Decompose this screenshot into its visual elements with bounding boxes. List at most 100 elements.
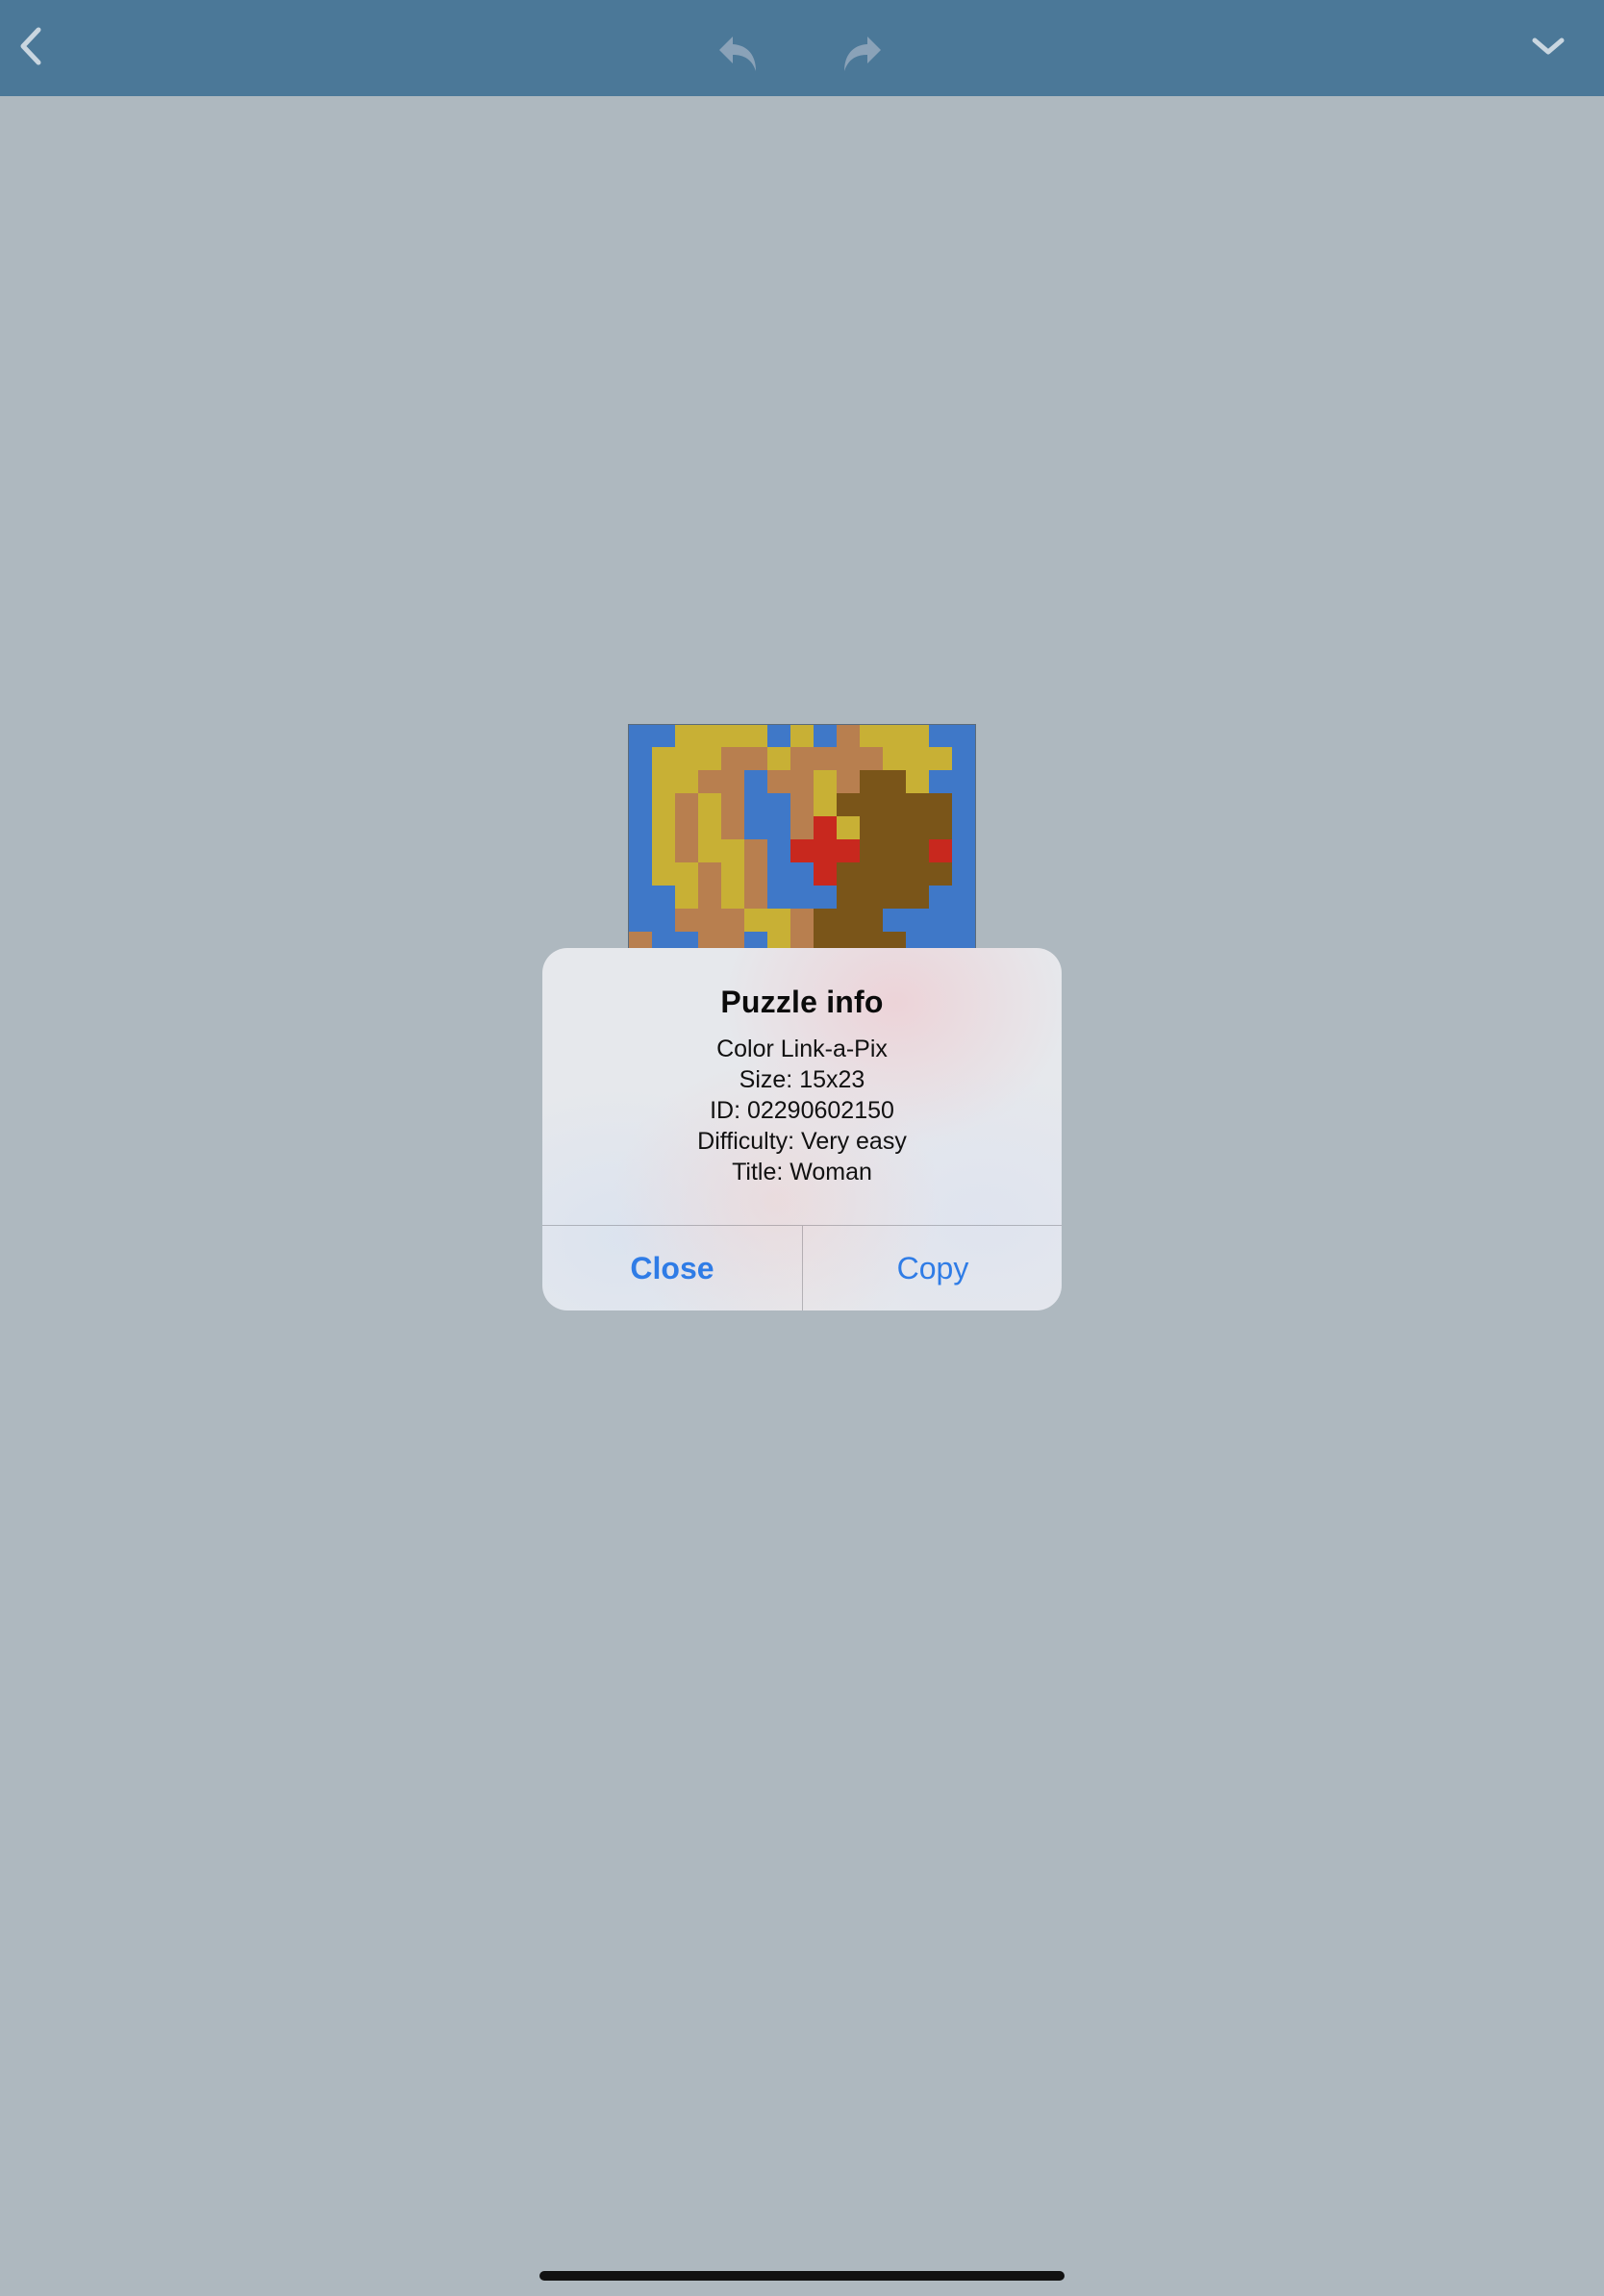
puzzle-cell xyxy=(929,886,952,909)
puzzle-cell xyxy=(675,862,698,886)
puzzle-cell xyxy=(952,793,975,816)
home-indicator xyxy=(539,2271,1065,2281)
puzzle-cell xyxy=(952,770,975,793)
puzzle-cell xyxy=(629,724,652,747)
puzzle-cell xyxy=(837,862,860,886)
copy-button[interactable]: Copy xyxy=(803,1226,1062,1310)
puzzle-cell xyxy=(629,839,652,862)
puzzle-cell xyxy=(675,839,698,862)
puzzle-cell xyxy=(629,793,652,816)
puzzle-cell xyxy=(929,909,952,932)
info-title: Title: Woman xyxy=(732,1159,872,1185)
puzzle-cell xyxy=(629,909,652,932)
puzzle-cell xyxy=(721,747,744,770)
puzzle-cell xyxy=(767,886,790,909)
puzzle-cell xyxy=(906,793,929,816)
puzzle-cell xyxy=(744,724,767,747)
puzzle-cell xyxy=(837,932,860,948)
puzzle-cell xyxy=(837,886,860,909)
puzzle-cell xyxy=(837,816,860,839)
puzzle-cell xyxy=(790,770,814,793)
puzzle-cell xyxy=(629,770,652,793)
puzzle-cell xyxy=(906,932,929,948)
puzzle-cell xyxy=(744,839,767,862)
undo-button[interactable] xyxy=(710,23,771,85)
puzzle-cell xyxy=(652,770,675,793)
top-toolbar xyxy=(0,0,1604,96)
puzzle-cell xyxy=(721,932,744,948)
puzzle-info-dialog: Puzzle info Color Link-a-Pix Size: 15x23… xyxy=(542,948,1062,1310)
puzzle-cell xyxy=(790,724,814,747)
puzzle-cell xyxy=(790,932,814,948)
puzzle-cell xyxy=(652,932,675,948)
puzzle-cell xyxy=(860,724,883,747)
puzzle-cell xyxy=(860,909,883,932)
puzzle-preview xyxy=(628,724,976,948)
puzzle-cell xyxy=(675,747,698,770)
info-id: ID: 02290602150 xyxy=(710,1097,894,1124)
puzzle-cell xyxy=(906,816,929,839)
puzzle-cell xyxy=(952,816,975,839)
puzzle-cell xyxy=(767,862,790,886)
puzzle-cell xyxy=(883,839,906,862)
puzzle-cell xyxy=(744,793,767,816)
puzzle-cell xyxy=(952,909,975,932)
menu-dropdown-button[interactable] xyxy=(1517,15,1579,77)
puzzle-cell xyxy=(652,886,675,909)
puzzle-cell xyxy=(721,886,744,909)
puzzle-cell xyxy=(883,886,906,909)
puzzle-cell xyxy=(698,747,721,770)
puzzle-cell xyxy=(952,862,975,886)
puzzle-cell xyxy=(837,770,860,793)
puzzle-cell xyxy=(698,862,721,886)
puzzle-cell xyxy=(929,793,952,816)
puzzle-cell xyxy=(860,747,883,770)
puzzle-cell xyxy=(652,724,675,747)
puzzle-cell xyxy=(721,862,744,886)
puzzle-cell xyxy=(652,793,675,816)
puzzle-cell xyxy=(883,932,906,948)
puzzle-cell xyxy=(814,747,837,770)
puzzle-cell xyxy=(929,932,952,948)
puzzle-cell xyxy=(652,816,675,839)
puzzle-cell xyxy=(952,932,975,948)
puzzle-cell xyxy=(906,747,929,770)
puzzle-cell xyxy=(883,747,906,770)
puzzle-cell xyxy=(652,839,675,862)
puzzle-cell xyxy=(814,932,837,948)
puzzle-cell xyxy=(860,839,883,862)
puzzle-cell xyxy=(790,793,814,816)
puzzle-cell xyxy=(698,770,721,793)
puzzle-cell xyxy=(860,816,883,839)
back-button[interactable] xyxy=(0,15,62,77)
puzzle-cell xyxy=(929,770,952,793)
puzzle-cell xyxy=(929,816,952,839)
puzzle-cell xyxy=(744,932,767,948)
puzzle-cell xyxy=(906,862,929,886)
puzzle-cell xyxy=(652,747,675,770)
puzzle-cell xyxy=(698,839,721,862)
puzzle-cell xyxy=(814,886,837,909)
puzzle-cell xyxy=(929,862,952,886)
puzzle-cell xyxy=(837,793,860,816)
puzzle-cell xyxy=(883,793,906,816)
puzzle-cell xyxy=(675,932,698,948)
puzzle-cell xyxy=(860,886,883,909)
close-button[interactable]: Close xyxy=(542,1226,802,1310)
puzzle-cell xyxy=(790,816,814,839)
puzzle-cell xyxy=(675,816,698,839)
puzzle-cell xyxy=(767,816,790,839)
puzzle-cell xyxy=(744,747,767,770)
puzzle-cell xyxy=(883,816,906,839)
puzzle-cell xyxy=(837,747,860,770)
puzzle-cell xyxy=(721,724,744,747)
puzzle-cell xyxy=(698,724,721,747)
puzzle-cell xyxy=(952,839,975,862)
puzzle-cell xyxy=(675,770,698,793)
info-difficulty: Difficulty: Very easy xyxy=(697,1128,907,1155)
redo-button[interactable] xyxy=(829,23,890,85)
puzzle-cell xyxy=(906,886,929,909)
redo-arrow-icon xyxy=(844,37,881,71)
dialog-message: Color Link-a-Pix Size: 15x23 ID: 0229060… xyxy=(542,1034,1062,1187)
puzzle-cell xyxy=(952,747,975,770)
